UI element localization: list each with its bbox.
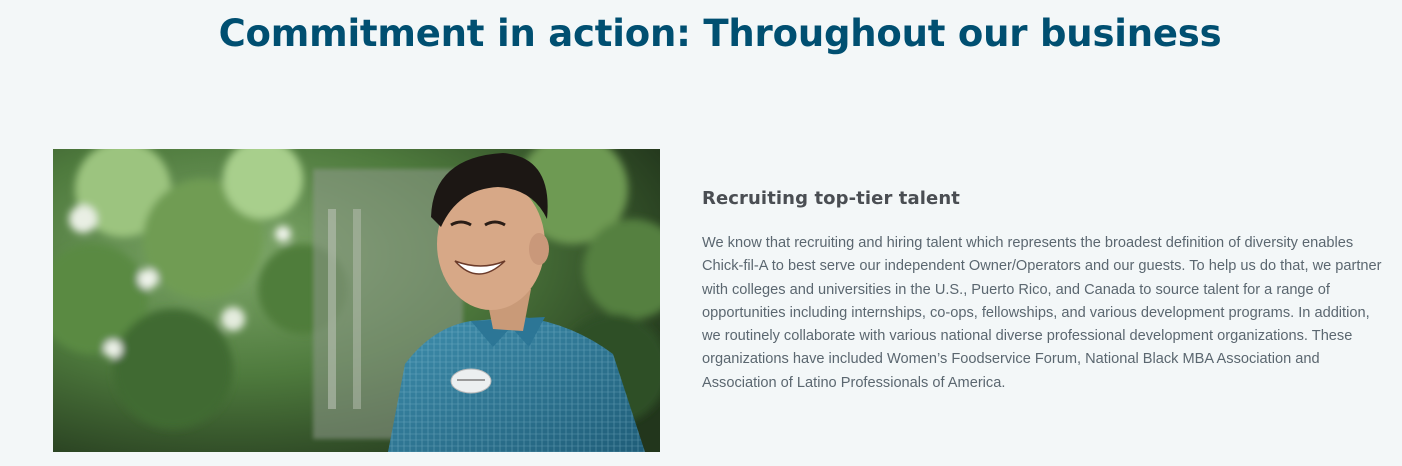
content-text-block: Recruiting top-tier talent We know that … <box>702 188 1387 395</box>
hero-photo <box>53 149 660 452</box>
page-title: Commitment in action: Throughout our bus… <box>218 12 1222 55</box>
section-body-text: We know that recruiting and hiring talen… <box>702 235 1382 391</box>
section-heading: Recruiting top-tier talent <box>702 188 960 209</box>
